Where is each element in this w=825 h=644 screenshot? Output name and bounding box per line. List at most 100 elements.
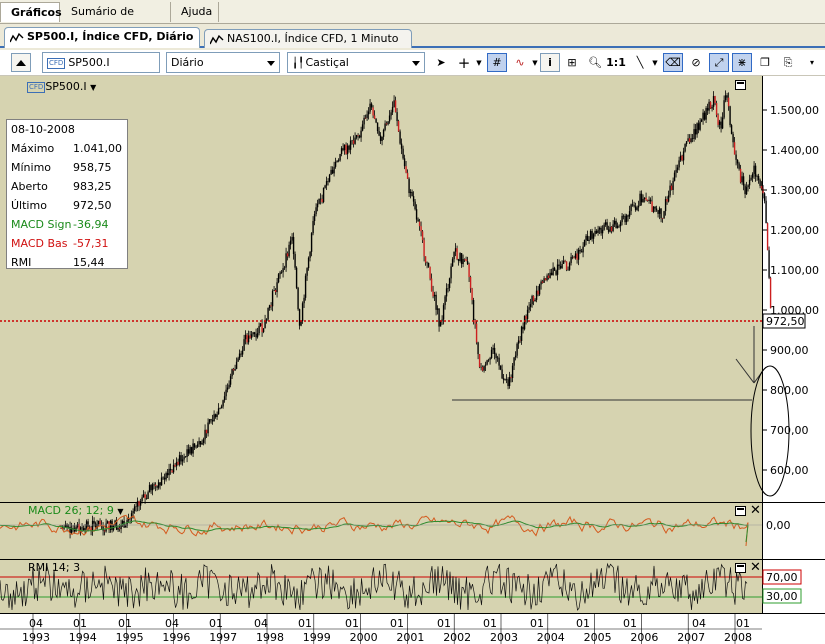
cursor-tool-button[interactable]: ➤ bbox=[431, 53, 451, 72]
candle-body bbox=[630, 204, 632, 212]
eraser-button[interactable]: ⌫ bbox=[663, 53, 683, 72]
period-select[interactable]: Diário bbox=[166, 52, 280, 73]
time-axis-year-label: 2006 bbox=[630, 631, 658, 644]
candle-body bbox=[645, 197, 647, 201]
info-toggle-button[interactable]: i bbox=[540, 53, 560, 72]
candle-body bbox=[756, 176, 758, 177]
candle-body bbox=[205, 429, 208, 434]
zoom-reset-button[interactable]: 1:1 bbox=[606, 53, 626, 72]
rmi-panel-close-button[interactable]: ✕ bbox=[750, 561, 761, 574]
candle-body bbox=[636, 207, 638, 210]
candle-body bbox=[738, 163, 740, 169]
indicator-button[interactable]: ∿ bbox=[510, 53, 530, 72]
candle-body bbox=[354, 137, 356, 144]
rmi-panel-maximize-button[interactable] bbox=[735, 563, 746, 573]
collapse-up-button[interactable] bbox=[11, 53, 31, 72]
candle-body bbox=[385, 123, 388, 125]
candle-body bbox=[288, 244, 290, 257]
candle-body bbox=[582, 246, 584, 253]
candle-body bbox=[124, 525, 127, 528]
candle-body bbox=[436, 308, 439, 310]
candle-body bbox=[145, 498, 148, 499]
symbol-input[interactable]: CFD SP500.I bbox=[42, 52, 160, 73]
candle-body bbox=[243, 339, 245, 351]
candle-body bbox=[333, 166, 335, 174]
candle-body bbox=[558, 264, 560, 266]
candle-body bbox=[204, 429, 206, 440]
macd-panel-close-button[interactable]: ✕ bbox=[750, 504, 761, 517]
candle-body bbox=[478, 354, 481, 368]
info-row: Aberto 983,25 bbox=[11, 177, 127, 196]
autoscale-button[interactable]: ⤢ bbox=[709, 53, 729, 72]
candle-body bbox=[172, 464, 175, 473]
candle-body bbox=[342, 148, 344, 151]
candle-body bbox=[459, 253, 461, 261]
candle-body bbox=[451, 259, 454, 267]
magnet-snap-button[interactable]: ⋇ bbox=[732, 53, 752, 72]
copy-button[interactable]: ❐ bbox=[755, 53, 775, 72]
candle-body bbox=[270, 305, 272, 307]
candle-body bbox=[727, 97, 730, 107]
candle-body bbox=[456, 248, 458, 260]
candle-body bbox=[202, 439, 205, 443]
macd-panel-maximize-button[interactable] bbox=[735, 506, 746, 516]
candle-body bbox=[450, 266, 452, 279]
candle-body bbox=[627, 215, 629, 217]
menu-tab-sumario-de-conta[interactable]: Sumário de conta bbox=[61, 2, 171, 37]
instrument-legend[interactable]: CFD SP500.I ▼ bbox=[27, 80, 96, 93]
candle-body bbox=[279, 272, 281, 275]
chart-type-select[interactable]: ╽╿ Castiçal bbox=[287, 52, 425, 73]
candle-body bbox=[594, 230, 596, 235]
line-draw-button[interactable]: ╲ bbox=[630, 53, 650, 72]
candle-body bbox=[219, 407, 221, 409]
candle-body bbox=[193, 443, 196, 448]
candle-body bbox=[718, 121, 721, 125]
candle-body bbox=[312, 220, 314, 234]
one-to-one-icon: 1:1 bbox=[606, 56, 626, 69]
price-tick-label: 900,00 bbox=[770, 344, 809, 357]
candle-body bbox=[673, 172, 676, 181]
zoom-button[interactable]: 🔍︎ bbox=[585, 53, 605, 72]
add-panel-button[interactable]: ⊞ bbox=[562, 53, 582, 72]
grid-toggle-button[interactable]: # bbox=[487, 53, 507, 72]
macd-legend[interactable]: MACD 26; 12; 9 ▼ bbox=[28, 504, 124, 517]
line-draw-dropdown-button[interactable]: ▼ bbox=[650, 53, 660, 72]
info-row-label: MACD Bas bbox=[11, 237, 68, 250]
candle-body bbox=[657, 210, 659, 214]
time-axis-year-label: 1994 bbox=[69, 631, 97, 644]
indicator-dropdown-button[interactable]: ▼ bbox=[530, 53, 540, 72]
candle-body bbox=[366, 114, 368, 118]
candle-body bbox=[654, 206, 656, 209]
time-axis-quarter-label: 01 bbox=[483, 617, 497, 630]
candle-body bbox=[367, 111, 370, 115]
candle-body bbox=[694, 129, 697, 135]
menu-tab-ajuda[interactable]: Ajuda bbox=[171, 2, 219, 22]
erase-all-button[interactable]: ⊘ bbox=[686, 53, 706, 72]
time-axis-quarter-label: 01 bbox=[437, 617, 451, 630]
tab-sp500-chart[interactable]: SP500.I, Índice CFD, Diário bbox=[4, 27, 200, 48]
chevron-down-icon: ▼ bbox=[117, 507, 124, 516]
rmi-legend[interactable]: RMI 14; 3 bbox=[28, 561, 80, 574]
candle-body bbox=[220, 406, 223, 408]
candle-body bbox=[472, 300, 475, 321]
menu-tab-graficos[interactable]: Gráficos bbox=[0, 2, 62, 22]
export-button[interactable]: ⎘ bbox=[778, 53, 798, 72]
main-panel-maximize-button[interactable] bbox=[735, 80, 746, 90]
tab-nas100-chart[interactable]: NAS100.I, Índice CFD, 1 Minuto bbox=[204, 29, 412, 48]
candle-body bbox=[157, 482, 160, 488]
toolbar-overflow-button[interactable]: ▾ bbox=[805, 53, 819, 72]
crosshair-tool-button[interactable]: + bbox=[454, 53, 474, 72]
candle-body bbox=[189, 447, 191, 454]
candle-body bbox=[493, 347, 496, 354]
candle-body bbox=[138, 501, 140, 506]
time-axis-quarter-label: 01 bbox=[118, 617, 132, 630]
time-axis-quarter-label: 01 bbox=[298, 617, 312, 630]
candle-body bbox=[147, 492, 149, 499]
candle-body bbox=[378, 131, 380, 136]
time-axis-quarter-label: 04 bbox=[692, 617, 706, 630]
candle-body bbox=[324, 185, 326, 188]
candle-body bbox=[621, 215, 623, 223]
candle-body bbox=[702, 112, 704, 120]
crosshair-dropdown-button[interactable]: ▼ bbox=[474, 53, 484, 72]
cfd-icon: CFD bbox=[47, 58, 66, 69]
